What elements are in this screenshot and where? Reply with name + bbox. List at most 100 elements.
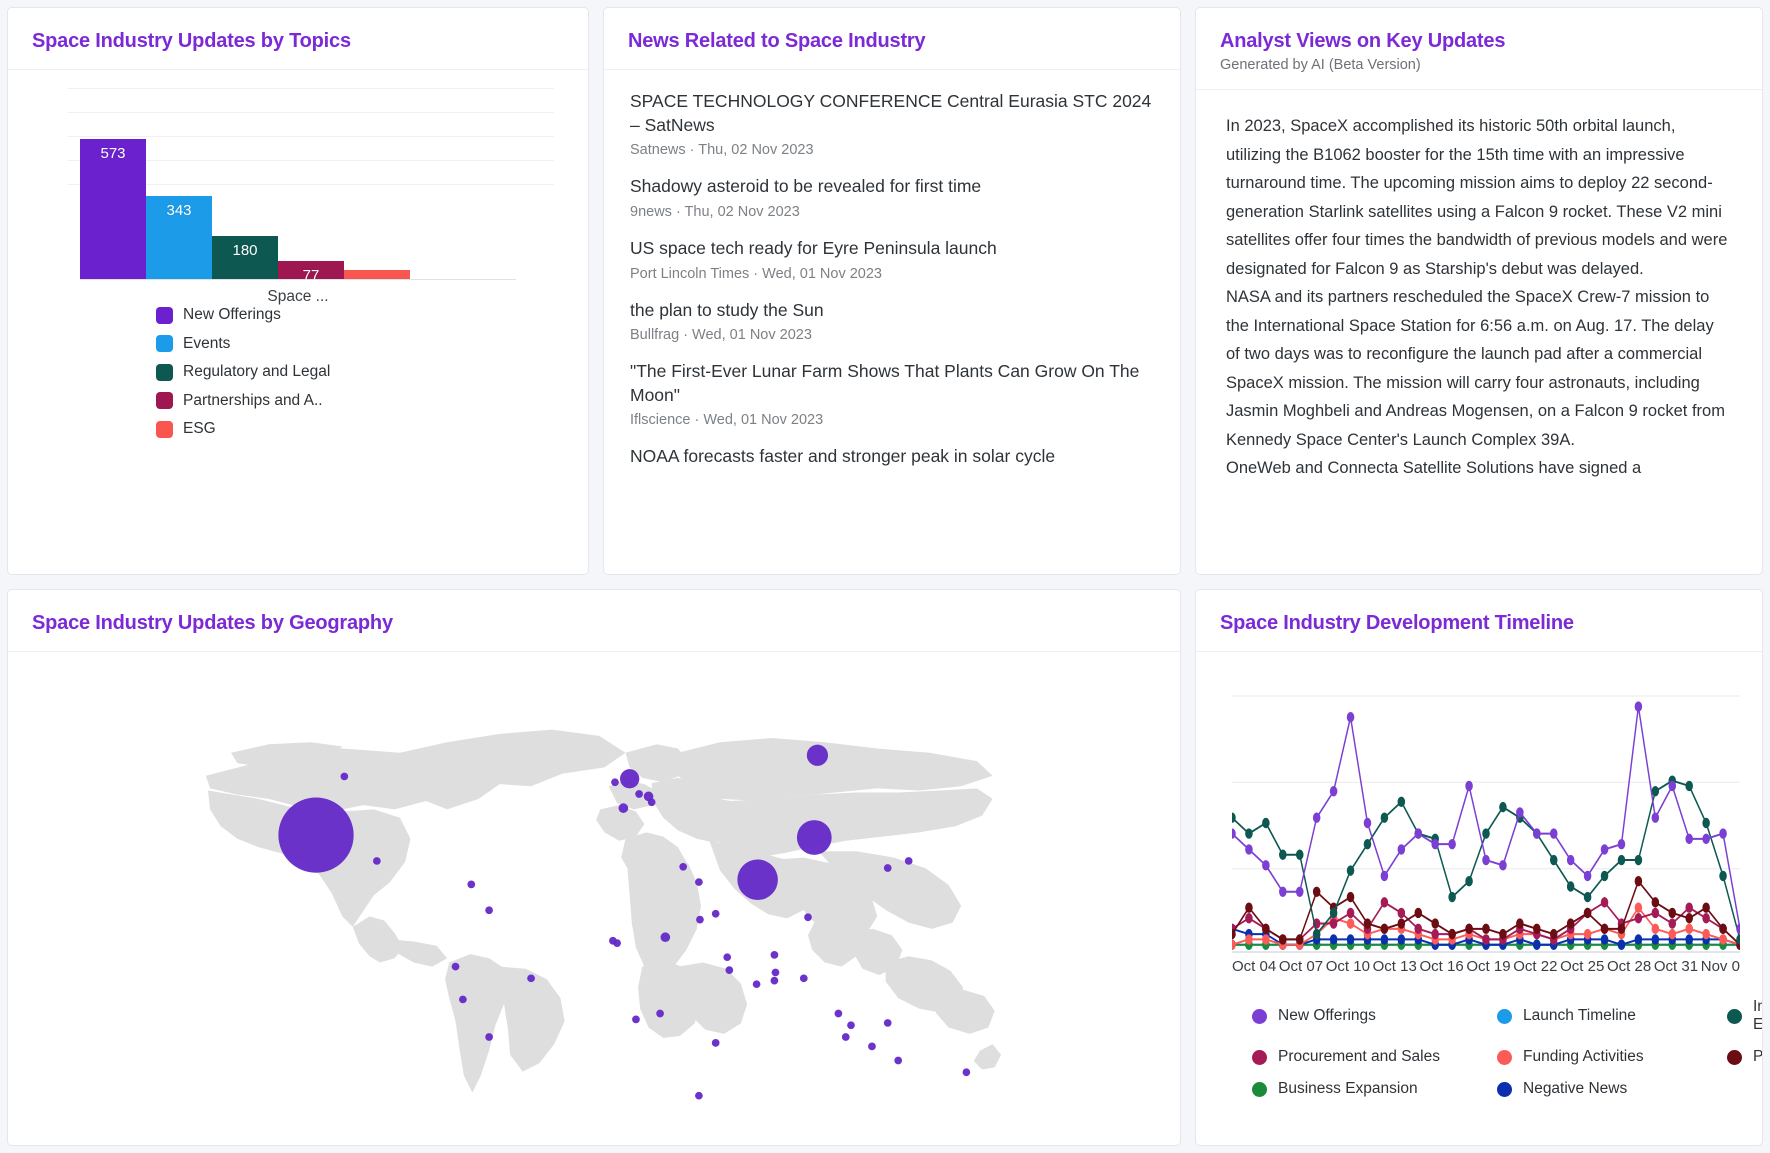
map-bubble[interactable] — [725, 966, 734, 974]
timeline-point[interactable] — [1245, 902, 1253, 913]
timeline-point[interactable] — [1499, 860, 1507, 871]
timeline-point[interactable] — [1482, 854, 1490, 866]
timeline-point[interactable] — [1397, 934, 1406, 945]
timeline-point[interactable] — [1600, 897, 1609, 908]
timeline-point[interactable] — [1245, 844, 1253, 855]
timeline-point[interactable] — [1295, 886, 1304, 897]
timeline-point[interactable] — [1346, 934, 1355, 945]
bar-chart-bar[interactable]: 573 — [80, 139, 146, 280]
news-headline[interactable]: the plan to study the Sun — [630, 299, 1154, 323]
map-bubble[interactable] — [373, 857, 381, 865]
news-headline[interactable]: Shadowy asteroid to be revealed for firs… — [630, 175, 1154, 199]
card-news-body[interactable]: SPACE TECHNOLOGY CONFERENCE Central Eura… — [604, 70, 1180, 574]
timeline-point[interactable] — [1228, 939, 1236, 950]
timeline-point[interactable] — [1685, 934, 1693, 945]
timeline-point[interactable] — [1651, 897, 1660, 908]
news-list[interactable]: SPACE TECHNOLOGY CONFERENCE Central Eura… — [604, 70, 1180, 496]
map-bubble[interactable] — [770, 950, 779, 959]
timeline-point[interactable] — [1600, 870, 1609, 882]
bar-chart[interactable]: 573 343 180 77 Space ... — [8, 70, 588, 305]
timeline-point[interactable] — [1262, 934, 1270, 945]
timeline-point[interactable] — [1583, 928, 1592, 940]
timeline-point[interactable] — [1549, 854, 1558, 866]
timeline-point[interactable] — [1397, 918, 1406, 929]
timeline-point[interactable] — [1380, 812, 1389, 823]
timeline-point[interactable] — [1329, 786, 1338, 797]
map-bubble[interactable] — [695, 878, 703, 886]
timeline-point[interactable] — [1397, 796, 1406, 808]
timeline-point[interactable] — [1634, 934, 1643, 945]
timeline-point[interactable] — [1245, 913, 1253, 924]
timeline-point[interactable] — [1380, 870, 1389, 882]
timeline-point[interactable] — [1346, 865, 1355, 876]
map-bubble[interactable] — [696, 915, 704, 924]
timeline-point[interactable] — [1685, 833, 1693, 845]
timeline-point[interactable] — [1431, 928, 1439, 940]
timeline-point[interactable] — [1651, 812, 1660, 823]
card-analyst-body[interactable]: In 2023, SpaceX accomplished its histori… — [1196, 90, 1762, 574]
timeline-series[interactable] — [1228, 701, 1744, 935]
timeline-point[interactable] — [1634, 854, 1643, 866]
news-headline[interactable]: US space tech ready for Eyre Peninsula l… — [630, 237, 1154, 261]
news-headline[interactable]: SPACE TECHNOLOGY CONFERENCE Central Eura… — [630, 90, 1154, 137]
timeline-plot[interactable] — [1228, 688, 1744, 958]
timeline-point[interactable] — [1617, 939, 1626, 950]
timeline-point[interactable] — [1295, 934, 1304, 945]
timeline-point[interactable] — [1651, 934, 1660, 945]
timeline-point[interactable] — [1600, 844, 1609, 855]
timeline-point[interactable] — [1245, 934, 1253, 945]
timeline-point[interactable] — [1482, 828, 1490, 839]
news-item[interactable]: "The First-Ever Lunar Farm Shows That Pl… — [630, 360, 1154, 428]
legend-item[interactable]: New Offerings — [1252, 998, 1497, 1034]
timeline-point[interactable] — [1702, 913, 1710, 924]
map-bubble[interactable] — [618, 803, 629, 813]
map-bubble[interactable] — [647, 798, 656, 807]
legend-item[interactable]: Industry Events — [1727, 998, 1762, 1034]
timeline-chart-svg[interactable] — [1228, 688, 1744, 958]
map-bubble[interactable] — [459, 995, 467, 1004]
timeline-point[interactable] — [1651, 786, 1660, 797]
timeline-point[interactable] — [1465, 876, 1473, 887]
timeline-point[interactable] — [1312, 812, 1321, 823]
timeline-point[interactable] — [1549, 928, 1558, 940]
news-item[interactable]: US space tech ready for Eyre Peninsula l… — [630, 237, 1154, 282]
map-bubble[interactable] — [695, 1091, 703, 1100]
map-bubble[interactable] — [841, 1033, 850, 1041]
map-bubble[interactable] — [737, 859, 778, 900]
timeline-point[interactable] — [1312, 928, 1321, 940]
map-bubble[interactable] — [711, 909, 720, 918]
timeline-point[interactable] — [1414, 828, 1423, 839]
map-bubble[interactable] — [635, 790, 643, 798]
map-bubble[interactable] — [894, 1056, 903, 1065]
bar-chart-bars[interactable]: 573 343 180 77 — [80, 108, 410, 284]
timeline-point[interactable] — [1651, 923, 1660, 935]
timeline-point[interactable] — [1262, 923, 1270, 935]
timeline-point[interactable] — [1346, 918, 1355, 929]
timeline-point[interactable] — [1583, 891, 1592, 903]
map-bubble[interactable] — [883, 864, 892, 872]
legend-item[interactable]: New Offerings — [156, 306, 588, 324]
timeline-point[interactable] — [1668, 780, 1677, 792]
timeline-point[interactable] — [1702, 928, 1710, 940]
legend-item[interactable]: Partnerships — [1727, 1048, 1762, 1066]
news-item[interactable]: NOAA forecasts faster and stronger peak … — [630, 445, 1154, 469]
map-bubble[interactable] — [609, 936, 617, 945]
map-bubble[interactable] — [278, 797, 354, 873]
timeline-point[interactable] — [1702, 902, 1710, 913]
timeline-point[interactable] — [1262, 860, 1270, 871]
timeline-point[interactable] — [1414, 907, 1423, 919]
timeline-point[interactable] — [1702, 833, 1710, 845]
bar-chart-bar[interactable]: 180 — [212, 235, 278, 280]
legend-item[interactable]: Events — [156, 335, 588, 353]
timeline-point[interactable] — [1363, 918, 1372, 929]
timeline-point[interactable] — [1719, 934, 1727, 945]
timeline-point[interactable] — [1617, 854, 1626, 866]
timeline-point[interactable] — [1431, 918, 1439, 929]
legend-item[interactable]: Negative News — [1497, 1080, 1727, 1098]
timeline-point[interactable] — [1668, 928, 1677, 940]
timeline-point[interactable] — [1600, 923, 1609, 935]
timeline-point[interactable] — [1279, 849, 1287, 860]
timeline-point[interactable] — [1448, 838, 1456, 850]
timeline-point[interactable] — [1279, 934, 1287, 945]
bar-chart-bar[interactable]: 343 — [146, 195, 212, 280]
